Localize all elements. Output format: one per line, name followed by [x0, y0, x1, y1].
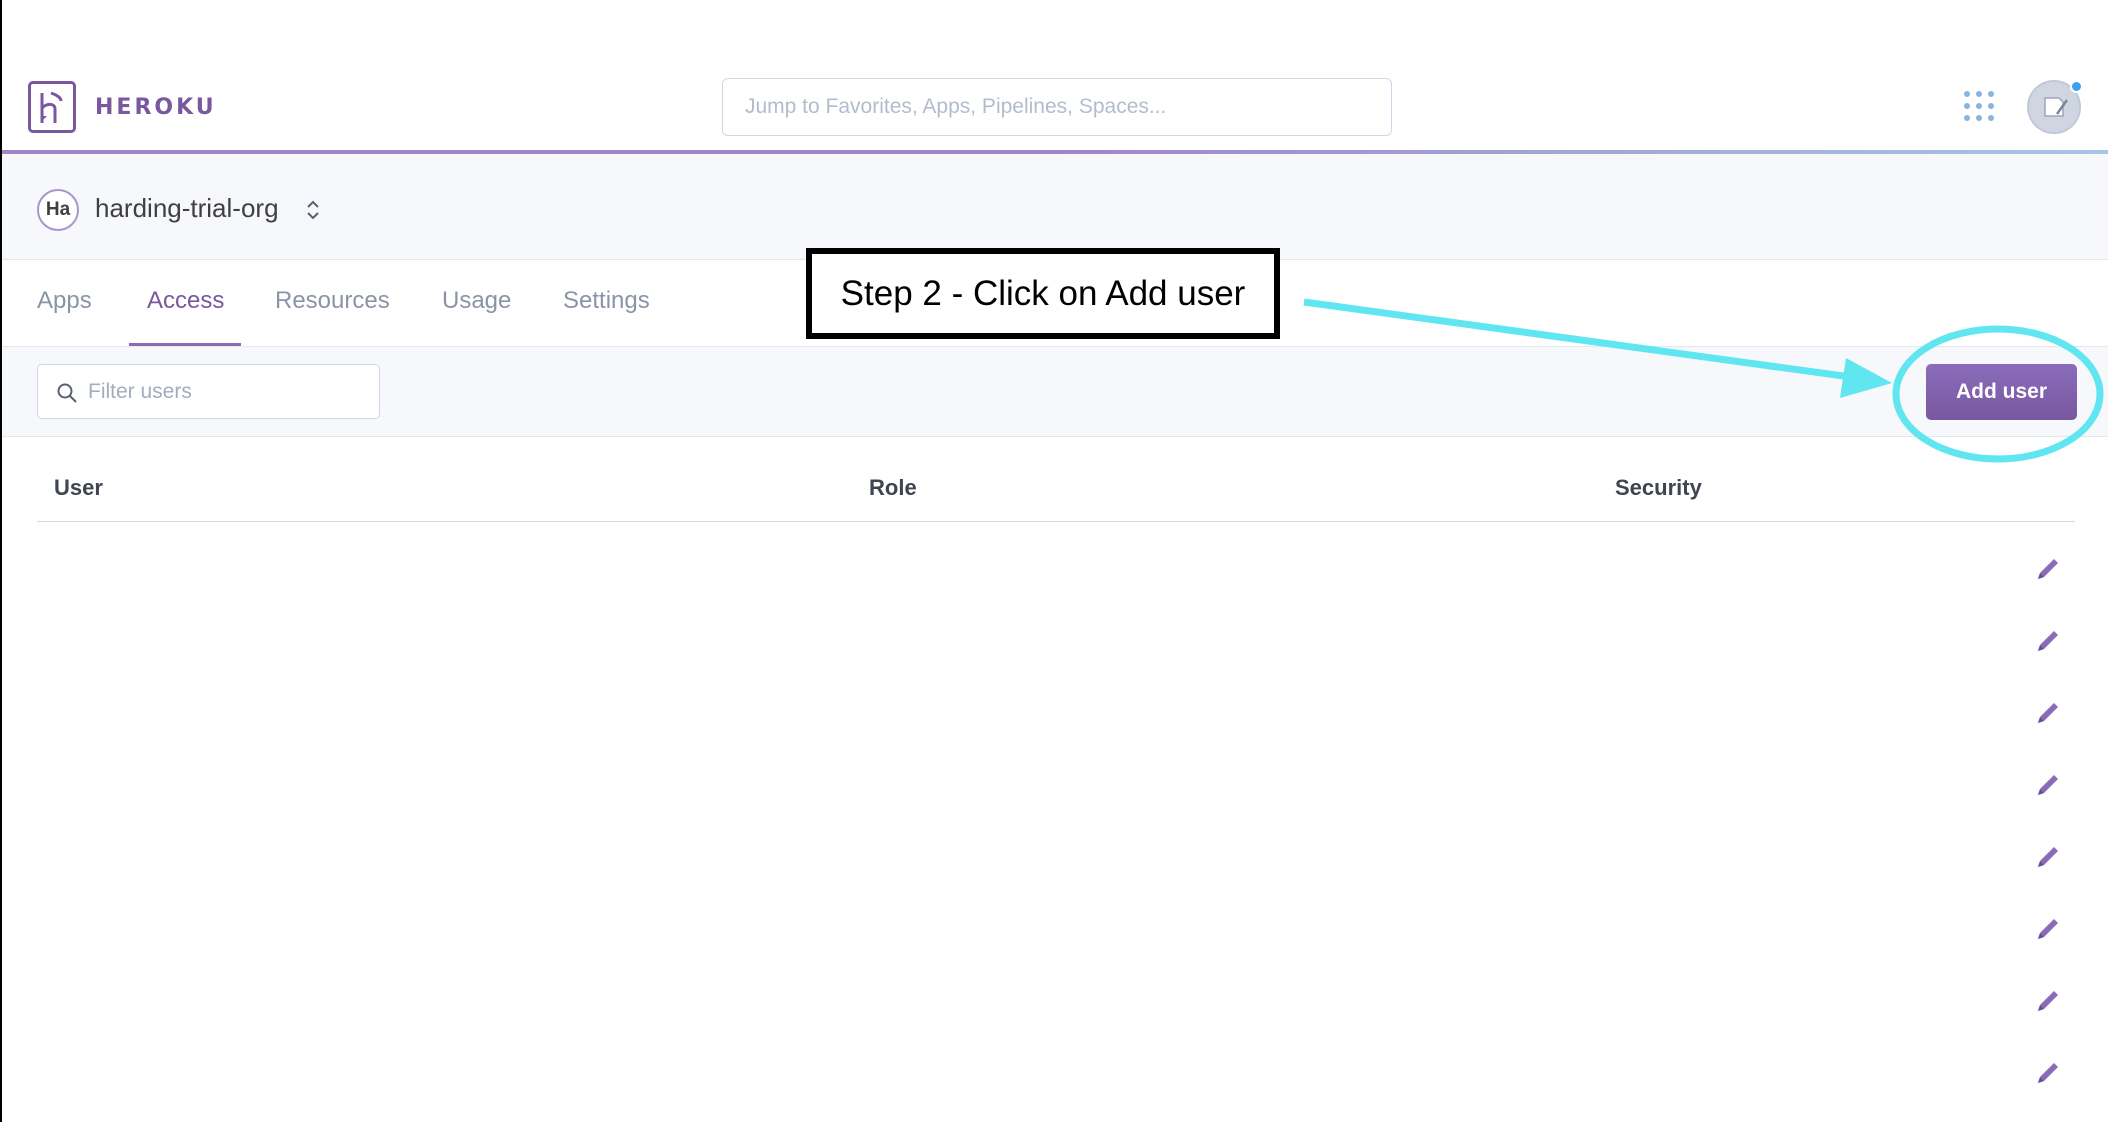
org-switcher-icon[interactable]: [304, 197, 322, 223]
edit-pencil-icon[interactable]: [2033, 626, 2063, 656]
edit-pencil-icon[interactable]: [2033, 986, 2063, 1016]
logo-text[interactable]: HEROKU: [95, 95, 217, 120]
table-row: [37, 738, 2075, 810]
table-row: [37, 954, 2075, 1026]
filter-users-input[interactable]: [88, 365, 368, 418]
tab-resources[interactable]: Resources: [275, 287, 390, 315]
edit-pencil-icon[interactable]: [2033, 914, 2063, 944]
edit-pencil-icon[interactable]: [2033, 554, 2063, 584]
active-tab-indicator: [129, 343, 241, 346]
annotation-callout: Step 2 - Click on Add user: [806, 248, 1280, 339]
edit-pencil-icon[interactable]: [2033, 698, 2063, 728]
global-search-input[interactable]: [723, 79, 1391, 135]
apps-grid-icon[interactable]: [1964, 91, 1994, 121]
edit-pencil-icon[interactable]: [2033, 842, 2063, 872]
filter-users-field[interactable]: [37, 364, 380, 419]
org-bar: Ha harding-trial-org: [2, 154, 2108, 260]
annotation-text: Step 2 - Click on Add user: [840, 273, 1246, 313]
table-row: [37, 882, 2075, 954]
tab-access[interactable]: Access: [147, 287, 224, 315]
table-row: [37, 666, 2075, 738]
edit-pencil-icon[interactable]: [2033, 770, 2063, 800]
table-row: [37, 810, 2075, 882]
column-header-security[interactable]: Security: [1615, 475, 1702, 501]
tab-apps[interactable]: Apps: [37, 287, 92, 315]
tab-usage[interactable]: Usage: [442, 287, 511, 315]
heroku-logo-icon[interactable]: [28, 81, 76, 133]
edit-pencil-icon[interactable]: [2033, 1058, 2063, 1088]
column-header-role[interactable]: Role: [869, 475, 917, 501]
org-name[interactable]: harding-trial-org: [95, 193, 279, 224]
column-header-user[interactable]: User: [54, 475, 103, 501]
org-badge: Ha: [37, 189, 79, 231]
add-user-button[interactable]: Add user: [1926, 364, 2077, 420]
table-row: [37, 594, 2075, 666]
table-row: [37, 1026, 2075, 1098]
access-toolbar: Add user: [2, 347, 2108, 437]
global-search[interactable]: [722, 78, 1392, 136]
table-row: [37, 522, 2075, 594]
user-table-body: [37, 522, 2075, 1098]
top-header: HEROKU: [2, 0, 2108, 152]
tab-settings[interactable]: Settings: [563, 287, 650, 315]
search-icon: [57, 383, 77, 403]
notification-dot: [2070, 80, 2083, 93]
table-header: User Role Security: [37, 465, 2075, 522]
